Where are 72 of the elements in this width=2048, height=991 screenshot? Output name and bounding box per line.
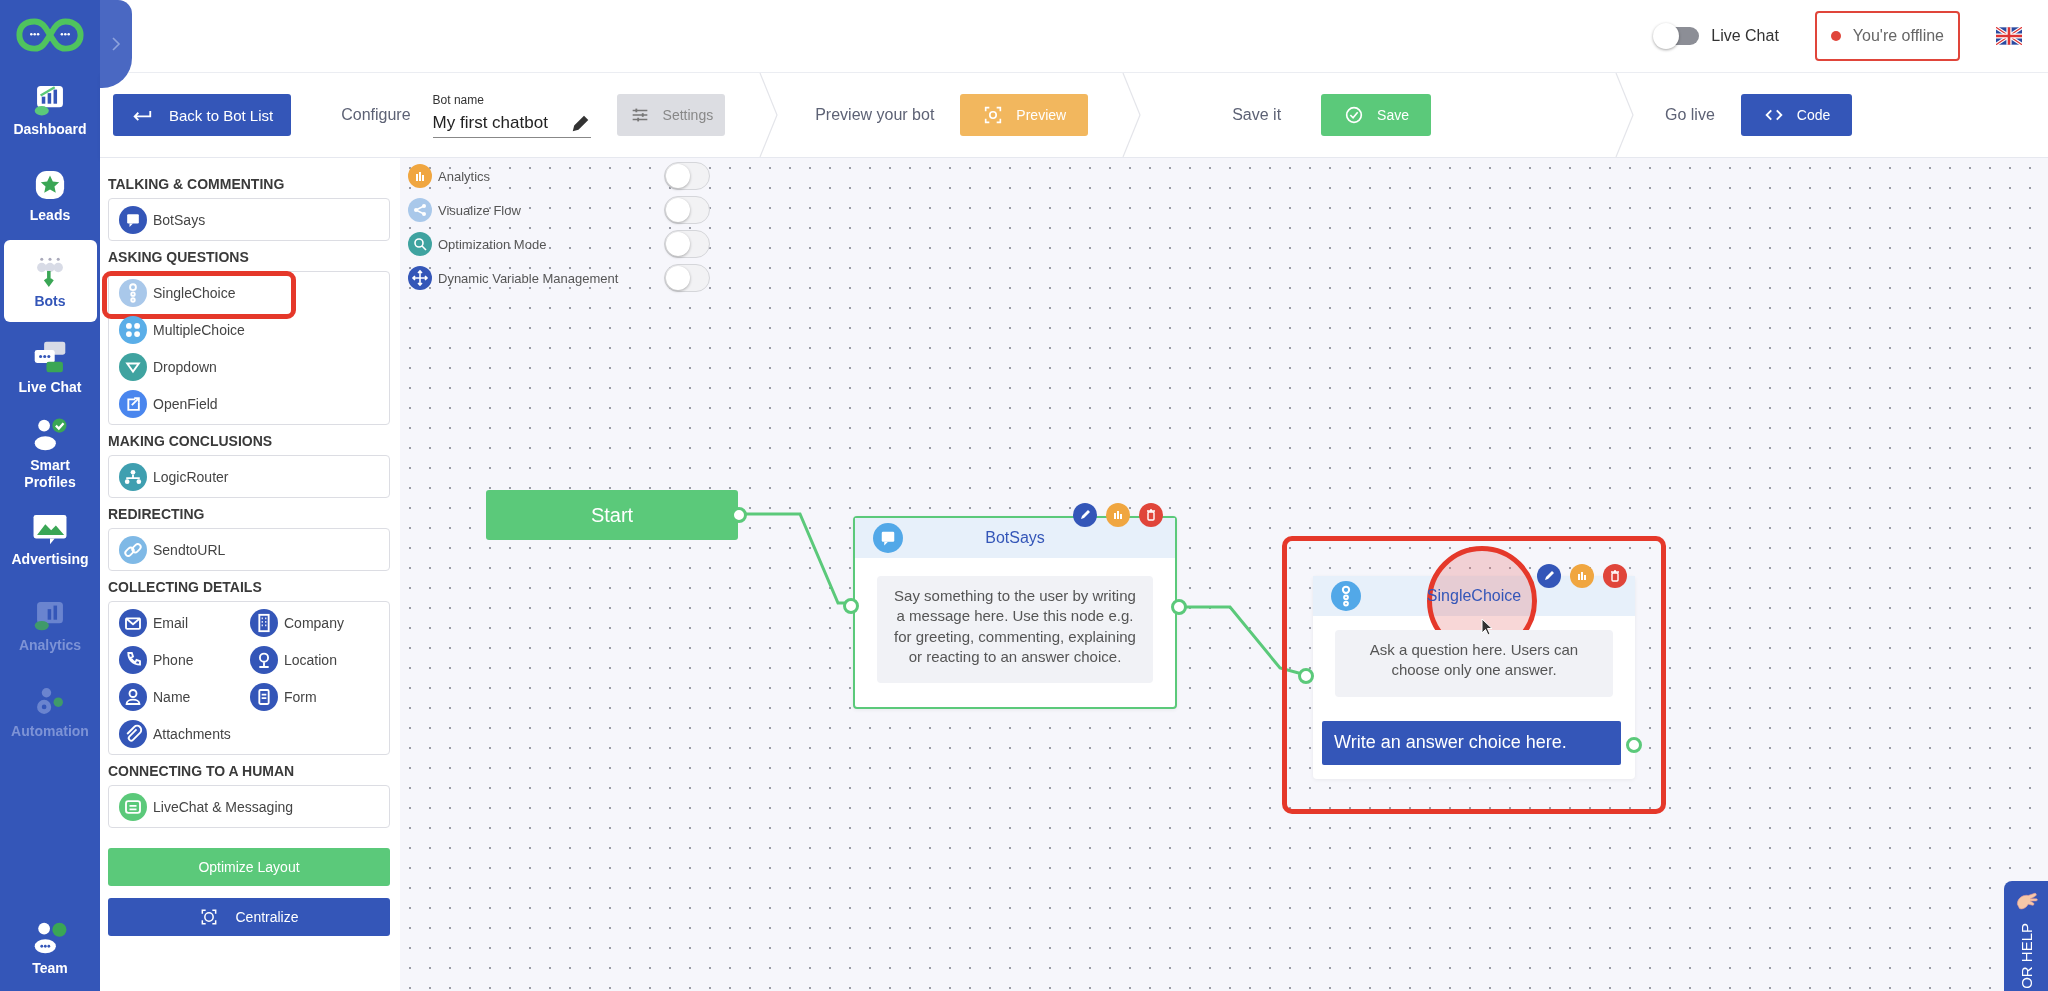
message-node[interactable]: BotSays Say something to the user by writing a message here. Use this node e.g. for greeting, commenting, explaining or reacting to an answer choice. (853, 516, 1177, 709)
palette-item[interactable]: Name (119, 682, 250, 711)
toggle-switch[interactable] (664, 196, 710, 224)
step-label: Save it (1232, 106, 1282, 124)
code-button[interactable]: Code (1740, 94, 1853, 136)
status-badge[interactable]: You're offline (1814, 11, 1960, 61)
section-title: ASKING QUESTIONS (108, 249, 250, 265)
section-title: CONNECTING TO A HUMAN (108, 763, 296, 779)
flag-icon[interactable] (1996, 27, 2022, 45)
nav-item[interactable]: Live Chat (3, 326, 97, 408)
chevron-icon (111, 36, 121, 52)
section-title: COLLECTING DETAILS (108, 579, 263, 595)
nav-item[interactable]: Dashboard (3, 68, 97, 150)
palette-item[interactable]: LiveChat & Messaging (119, 792, 379, 821)
flow-canvas[interactable] (400, 158, 2048, 991)
palette-item[interactable]: Phone (119, 645, 250, 674)
edit-icon[interactable] (1537, 564, 1561, 588)
message-bubble[interactable]: Ask a question here. Users can choose only one answer. (1335, 630, 1613, 697)
toggle-label: Dynamic Variable Management (438, 270, 620, 286)
connector-port[interactable] (843, 598, 859, 614)
palette-item[interactable]: SendtoURL (119, 535, 379, 564)
nav-item[interactable]: Bots (3, 240, 97, 322)
chat-icon (873, 523, 903, 553)
nav-item[interactable]: Smart Profiles (3, 412, 97, 494)
connector-port[interactable] (1298, 668, 1314, 684)
palette-item[interactable]: Company (250, 608, 379, 637)
palette-item[interactable]: LogicRouter (119, 462, 379, 491)
connector-port[interactable] (731, 507, 747, 523)
nav-item[interactable]: Leads (3, 154, 97, 236)
toggle-label: Optimization Mode (438, 236, 548, 252)
nav-item[interactable]: Advertising (3, 498, 97, 580)
trash-icon[interactable] (1139, 503, 1163, 527)
chart-icon[interactable] (1570, 564, 1594, 588)
centralize-button[interactable]: Centralize (108, 898, 390, 936)
nav-item[interactable]: Team (3, 911, 97, 985)
palette-item[interactable]: Attachments (119, 719, 250, 748)
trash-icon[interactable] (1603, 564, 1627, 588)
live-chat-label: Live Chat (1711, 27, 1779, 45)
section-title: REDIRECTING (108, 506, 206, 522)
palette-item[interactable]: Form (250, 682, 379, 711)
field-label: Bot name (432, 92, 485, 107)
toggle-switch[interactable] (664, 162, 710, 190)
toggle-switch[interactable] (664, 230, 710, 258)
back-button[interactable]: Back to Bot List (113, 94, 292, 136)
dots-icon (1331, 581, 1361, 611)
palette-item[interactable]: Dropdown (119, 352, 379, 381)
step-label: Preview your bot (815, 106, 935, 124)
step-label: Configure (341, 106, 411, 124)
palette-item[interactable]: OpenField (119, 389, 379, 418)
help-tab[interactable]: OR HELP (2004, 881, 2048, 991)
edit-icon[interactable] (1073, 503, 1097, 527)
palette-item[interactable]: SingleChoice (119, 278, 379, 307)
logo-icon (16, 16, 84, 54)
chart-icon[interactable] (1106, 503, 1130, 527)
connector-port[interactable] (1171, 599, 1187, 615)
toggle-switch[interactable] (664, 264, 710, 292)
section-title: MAKING CONCLUSIONS (108, 433, 274, 449)
toggle-label: Visualize Flow (438, 202, 522, 218)
palette-item[interactable]: MultipleChoice (119, 315, 379, 344)
expand-tab[interactable] (100, 0, 132, 88)
step-label: Go live (1665, 106, 1715, 124)
answer-choice[interactable]: Write an answer choice here. (1322, 720, 1621, 765)
cursor-icon (1481, 618, 1493, 636)
palette-item[interactable]: Email (119, 608, 250, 637)
palette-item[interactable]: Location (250, 645, 379, 674)
node-title: BotSays (984, 529, 1046, 547)
palette-item[interactable]: BotSays (119, 205, 379, 234)
bot-name-field[interactable]: My first chatbot (432, 110, 591, 138)
message-bubble[interactable]: Say something to the user by writing a message here. Use this node e.g. for greeting, commenting, explaining or reacting to an answer choice. (877, 576, 1153, 683)
status-text: You're offline (1852, 27, 1944, 45)
section-title: TALKING & COMMENTING (108, 176, 286, 192)
toggle-label: Analytics (438, 168, 492, 184)
